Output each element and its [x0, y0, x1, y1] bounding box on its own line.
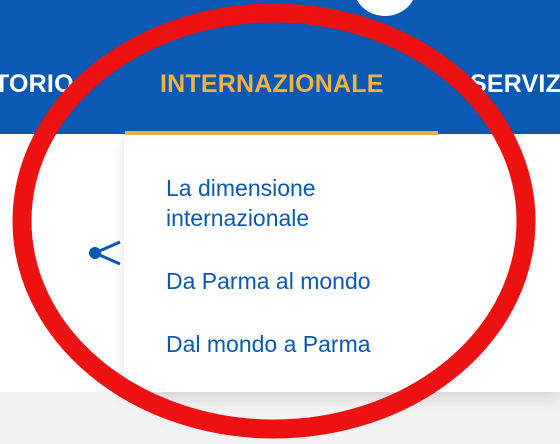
page-content-band [0, 392, 560, 444]
header-bar: TORIO INTERNAZIONALE SERVIZ [0, 0, 560, 134]
nav-dropdown-menu: La dimensione internazionale Da Parma al… [124, 135, 560, 392]
logo-circle[interactable] [354, 0, 416, 16]
nav-item-internazionale[interactable]: INTERNAZIONALE [160, 70, 384, 99]
menu-item-dimensione-internazionale[interactable]: La dimensione internazionale [166, 173, 426, 233]
menu-item-dal-mondo-a-parma[interactable]: Dal mondo a Parma [166, 329, 371, 359]
nav-item-territorio[interactable]: TORIO [0, 70, 74, 99]
share-icon[interactable] [86, 238, 122, 266]
nav-item-servizi[interactable]: SERVIZ [470, 70, 560, 99]
menu-item-da-parma-al-mondo[interactable]: Da Parma al mondo [166, 266, 371, 296]
